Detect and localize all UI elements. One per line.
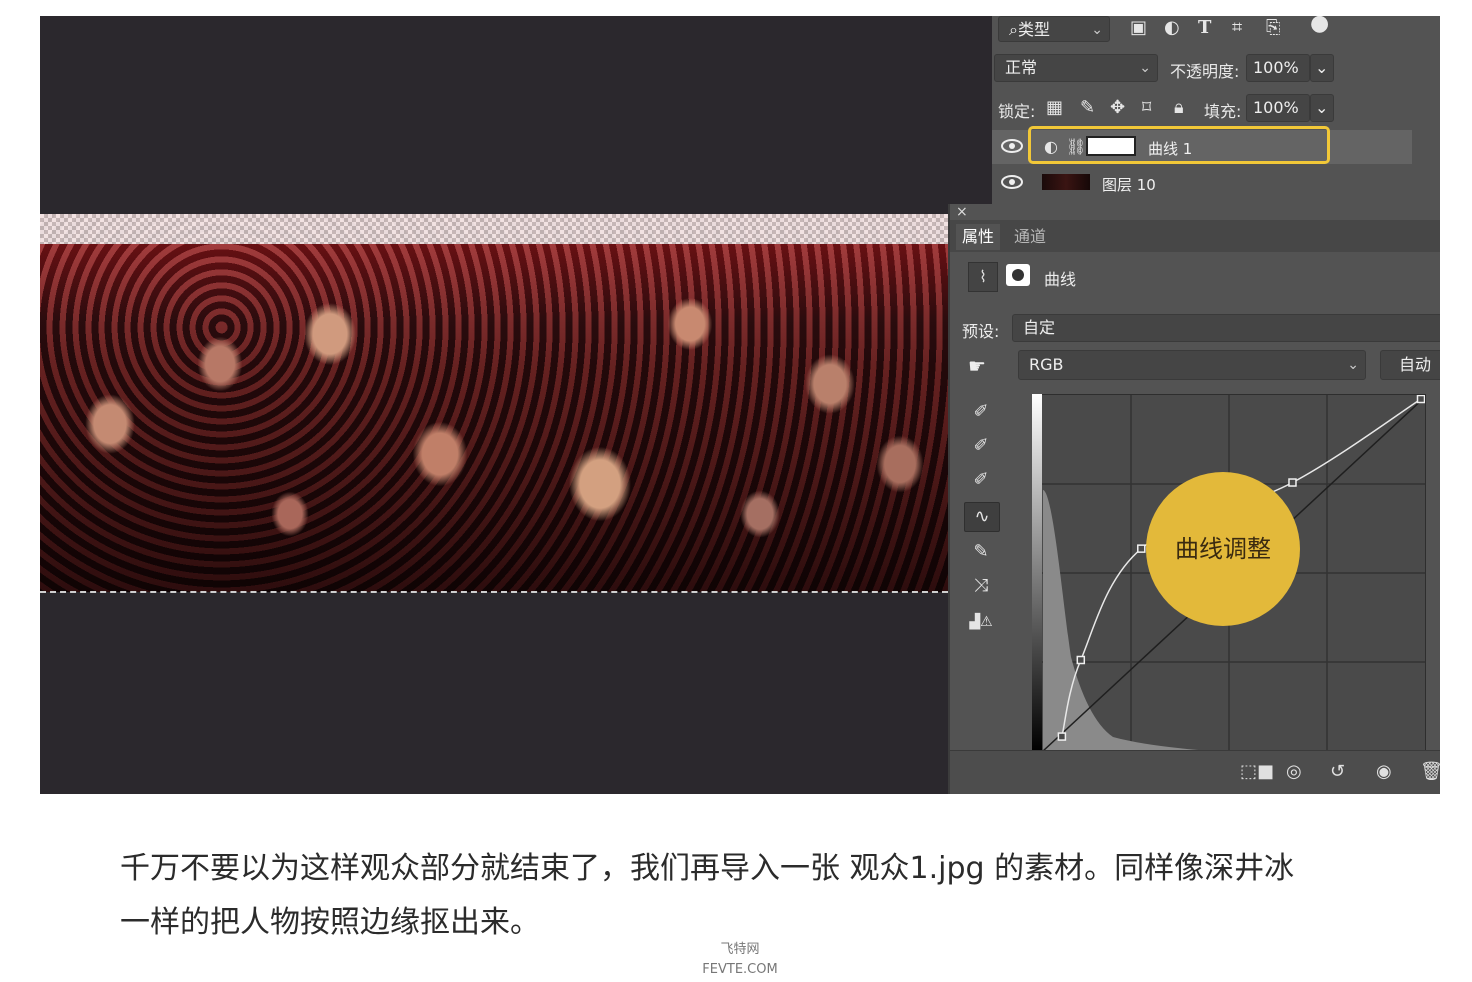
curve-control-point[interactable] bbox=[1416, 395, 1425, 404]
search-icon: ⌕ bbox=[1009, 20, 1018, 39]
crowd-photo bbox=[40, 214, 948, 592]
delete-trash-icon[interactable]: 🗑︎ bbox=[1420, 761, 1440, 782]
visibility-eye-icon[interactable] bbox=[1000, 172, 1024, 192]
layer-name: 曲线 1 bbox=[1148, 140, 1193, 158]
chevron-down-icon: ⌄ bbox=[1139, 60, 1151, 76]
sample-gray-eyedropper-icon[interactable]: ✐ bbox=[964, 432, 998, 460]
opacity-field[interactable]: 100% bbox=[1246, 54, 1310, 82]
curve-control-point[interactable] bbox=[1057, 732, 1067, 741]
chevron-down-icon: ⌄ bbox=[1347, 357, 1359, 373]
layer-filter-row: ⌕类型 ⌄ ▣ ◐ T ⌗ ⎘ ● bbox=[992, 16, 1440, 54]
targeted-adjustment-icon[interactable]: ☛ bbox=[968, 354, 986, 378]
tab-properties[interactable]: 属性 bbox=[956, 224, 1001, 250]
lock-image-pixels-icon[interactable]: ✎ bbox=[1080, 98, 1095, 118]
close-panel-icon[interactable]: × bbox=[956, 204, 968, 220]
adjustment-layer-filter-icon[interactable]: ◐ bbox=[1164, 18, 1180, 38]
blend-mode-dropdown[interactable]: 正常 ⌄ bbox=[994, 54, 1158, 82]
toggle-visibility-eye-icon[interactable]: ◉ bbox=[1376, 761, 1392, 782]
chevron-down-icon: ⌄ bbox=[1315, 58, 1329, 77]
fill-label: 填充: bbox=[1204, 102, 1242, 121]
callout-bubble: 曲线调整 bbox=[1146, 472, 1300, 626]
watermark: 飞特网 FEVTE.COM bbox=[690, 940, 790, 980]
channel-dropdown[interactable]: RGB ⌄ bbox=[1018, 350, 1366, 380]
auto-button-label: 自动 bbox=[1399, 355, 1432, 374]
sample-white-eyedropper-icon[interactable]: ✐ bbox=[964, 466, 998, 494]
fill-slider-button[interactable]: ⌄ bbox=[1310, 94, 1334, 122]
blend-row: 正常 ⌄ 不透明度: 100% ⌄ bbox=[992, 54, 1440, 92]
lock-transparent-pixels-icon[interactable]: ▦ bbox=[1046, 98, 1063, 118]
article-caption: 千万不要以为这样观众部分就结束了，我们再导入一张 观众1.jpg 的素材。同样像… bbox=[120, 842, 1380, 950]
selection-marquee bbox=[40, 591, 948, 593]
transparency-checkerboard bbox=[40, 214, 948, 244]
blend-mode-value: 正常 bbox=[1005, 58, 1038, 77]
visibility-eye-icon[interactable] bbox=[1000, 136, 1024, 156]
preset-value: 自定 bbox=[1023, 318, 1056, 337]
caption-line-1: 千万不要以为这样观众部分就结束了，我们再导入一张 观众1.jpg 的素材。同样像… bbox=[120, 851, 1295, 886]
adjustment-layer-icon: ◐ bbox=[1044, 137, 1058, 156]
preset-dropdown[interactable]: 自定 bbox=[1012, 314, 1440, 342]
layers-panel: ⌕类型 ⌄ ▣ ◐ T ⌗ ⎘ ● 正常 ⌄ 不透明度: 100% ⌄ 锁定: bbox=[992, 16, 1440, 206]
draw-pencil-icon[interactable]: ✎ bbox=[964, 538, 998, 566]
mask-icon[interactable] bbox=[1006, 264, 1030, 286]
curve-control-point[interactable] bbox=[1076, 655, 1086, 665]
edit-points-curve-icon[interactable]: ∿ bbox=[964, 502, 1000, 532]
curve-control-point[interactable] bbox=[1137, 544, 1146, 553]
fill-field[interactable]: 100% bbox=[1246, 94, 1310, 122]
channel-value: RGB bbox=[1029, 355, 1064, 374]
lock-position-icon[interactable]: ✥ bbox=[1110, 98, 1125, 118]
properties-tabs: 属性 通道 bbox=[950, 220, 1440, 252]
properties-bottom-bar: ⬚■ ◎ ↺ ◉ 🗑︎ bbox=[950, 750, 1440, 794]
filter-kind-dropdown[interactable]: ⌕类型 ⌄ bbox=[998, 16, 1110, 42]
chevron-down-icon: ⌄ bbox=[1315, 98, 1329, 117]
auto-button[interactable]: 自动 bbox=[1380, 350, 1440, 380]
tab-channels[interactable]: 通道 bbox=[1008, 224, 1052, 250]
mask-icon-circle bbox=[1012, 269, 1024, 281]
filter-toggle-icon[interactable]: ● bbox=[1310, 16, 1329, 35]
input-gradient-bar bbox=[1032, 394, 1042, 750]
opacity-label: 不透明度: bbox=[1170, 62, 1240, 81]
lock-all-icon[interactable]: 🔒︎ bbox=[1174, 98, 1184, 118]
sample-black-eyedropper-icon[interactable]: ✐ bbox=[964, 398, 998, 426]
lock-artboard-icon[interactable]: ⌑ bbox=[1142, 98, 1151, 118]
curves-adjustment-icon[interactable]: ⌇ bbox=[968, 262, 998, 292]
layer-row-10[interactable]: 图层 10 bbox=[992, 166, 1412, 200]
link-chain-icon[interactable]: ⛓ bbox=[1066, 137, 1086, 157]
clip-to-layer-icon[interactable]: ⬚■ bbox=[1240, 761, 1274, 782]
chevron-down-icon: ⌄ bbox=[1091, 22, 1103, 38]
shape-layer-filter-icon[interactable]: ⌗ bbox=[1232, 18, 1242, 38]
adjustment-title: 曲线 bbox=[1044, 270, 1077, 289]
layer-thumbnail bbox=[1042, 174, 1090, 190]
watermark-line-2: FEVTE.COM bbox=[702, 962, 778, 977]
smart-object-filter-icon[interactable]: ⎘ bbox=[1266, 18, 1280, 38]
view-previous-state-icon[interactable]: ◎ bbox=[1286, 761, 1302, 782]
smooth-curve-icon[interactable]: ⤨ bbox=[964, 572, 998, 600]
document-canvas[interactable] bbox=[40, 16, 948, 794]
opacity-slider-button[interactable]: ⌄ bbox=[1310, 54, 1334, 82]
reset-icon[interactable]: ↺ bbox=[1330, 761, 1345, 782]
watermark-line-1: 飞特网 bbox=[720, 942, 760, 957]
preset-label: 预设: bbox=[962, 322, 1000, 341]
lock-label: 锁定: bbox=[998, 102, 1036, 121]
type-layer-filter-icon[interactable]: T bbox=[1198, 18, 1211, 38]
filter-kind-label: 类型 bbox=[1017, 20, 1050, 39]
layer-row-curves[interactable]: ◐ ⛓ 曲线 1 bbox=[992, 126, 1412, 164]
layer-name: 图层 10 bbox=[1102, 176, 1156, 194]
fill-value: 100% bbox=[1253, 98, 1299, 117]
opacity-value: 100% bbox=[1253, 58, 1299, 77]
photoshop-screenshot: ⌕类型 ⌄ ▣ ◐ T ⌗ ⎘ ● 正常 ⌄ 不透明度: 100% ⌄ 锁定: bbox=[40, 16, 1440, 794]
layer-mask-thumbnail[interactable] bbox=[1086, 136, 1136, 156]
clipping-warning-icon[interactable]: ▟⚠ bbox=[964, 608, 998, 636]
curve-control-point[interactable] bbox=[1288, 478, 1297, 487]
pixel-layer-filter-icon[interactable]: ▣ bbox=[1130, 18, 1147, 38]
